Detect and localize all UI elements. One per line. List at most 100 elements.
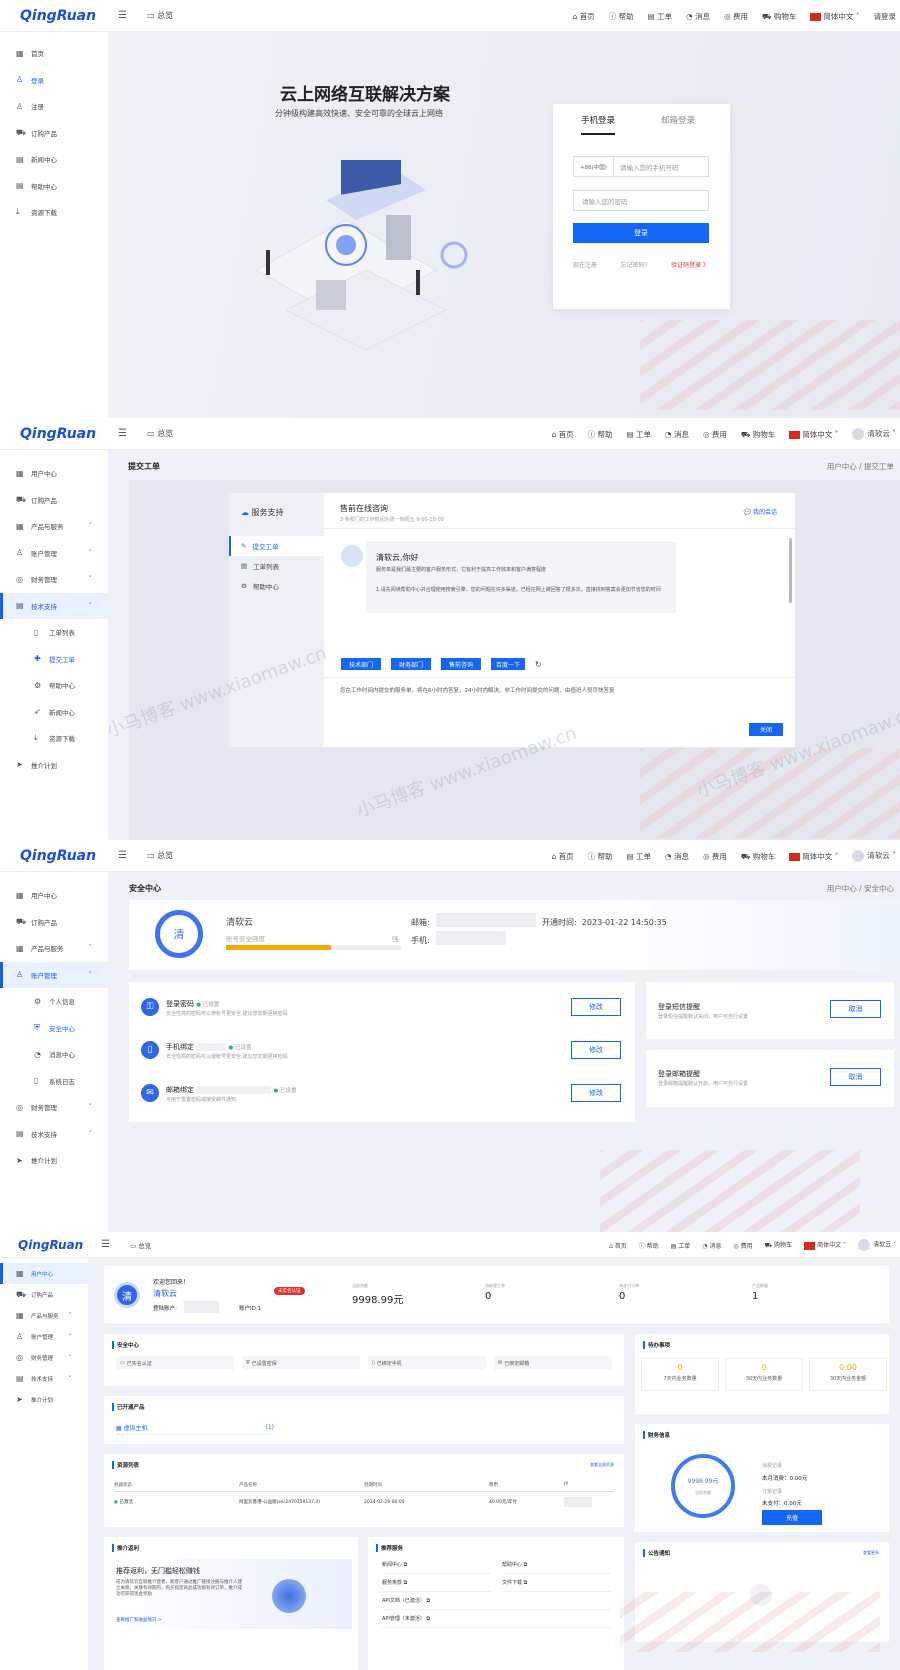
tab-email-login[interactable]: 邮箱登录 <box>661 114 695 135</box>
sidebar-item-home[interactable]: ▦ 首页 <box>0 40 108 67</box>
sidebar-item-register[interactable]: ♙ 注册 <box>0 93 108 120</box>
nav-home[interactable]: ⌂ 首页 <box>573 11 595 22</box>
nav-fee[interactable]: ◎ 费用 <box>733 1241 752 1250</box>
sidebar-item-products[interactable]: ▦ 产品与服务 ˅ <box>0 1305 88 1326</box>
sidebar-item-login[interactable]: ♙ 登录 <box>0 67 108 94</box>
login-link[interactable]: 请登录 <box>874 11 897 22</box>
my-chat-link[interactable]: 💬 我的会话 <box>744 507 777 516</box>
overview-link[interactable]: ▭ 总览 <box>147 10 173 21</box>
language-select[interactable]: 简体中文 ˅ <box>789 851 838 862</box>
sec-item-email[interactable]: ✉ 已绑定邮箱 <box>494 1356 612 1370</box>
overview-link[interactable]: ▭ 总览 <box>147 850 173 861</box>
product-item[interactable]: ▦ 虚拟主机 (1) <box>116 1421 274 1435</box>
sidebar-item-products[interactable]: ▦ 产品与服务 ˅ <box>0 513 108 540</box>
cancel-sms-alert-button[interactable]: 取消 <box>830 1000 881 1018</box>
nav-help[interactable]: ⓘ 帮助 <box>639 1241 659 1250</box>
rec-terms[interactable]: 服务条款 ⧉ <box>382 1579 492 1592</box>
scrollbar[interactable] <box>789 538 792 603</box>
language-select[interactable]: 简体中文 ˅ <box>810 11 860 22</box>
sidebar-item-news[interactable]: ▤ 新闻中心 <box>0 146 108 173</box>
nav-fee[interactable]: ◎ 费用 <box>703 851 727 862</box>
logo[interactable]: QingRuan <box>20 8 110 24</box>
nav-ticket[interactable]: ▤ 工单 <box>627 851 651 862</box>
code-login-link[interactable]: 验证码登录 》 <box>671 260 709 269</box>
register-link[interactable]: 现在注册 <box>573 260 597 269</box>
sec-item-verified[interactable]: ▭ 已实名认证 <box>116 1356 234 1370</box>
nav-ticket[interactable]: ▤ 工单 <box>671 1241 691 1250</box>
nav-help[interactable]: ⓘ 帮助 <box>609 11 634 22</box>
sidebar-item-download[interactable]: ⤓ 资源下载 <box>0 199 108 226</box>
modify-password-button[interactable]: 修改 <box>571 998 621 1016</box>
close-button[interactable]: 关闭 <box>749 723 783 736</box>
nav-home[interactable]: ⌂ 首页 <box>551 429 573 440</box>
sidebar-item-support[interactable]: ▤ 技术支持 ˅ <box>0 1368 88 1389</box>
sidebar-item-help[interactable]: ⚙ 帮助中心 <box>0 672 108 699</box>
sidebar-item-news[interactable]: ➶ 新闻中心 <box>0 699 108 726</box>
nav-help[interactable]: ⓘ 帮助 <box>588 429 613 440</box>
modify-email-button[interactable]: 修改 <box>571 1084 621 1102</box>
nav-home[interactable]: ⌂ 首页 <box>609 1241 627 1250</box>
nav-cart[interactable]: ⛟ 购物车 <box>741 429 775 440</box>
rec-api-doc[interactable]: API文档（已激活） ⧉ <box>382 1597 612 1610</box>
sidebar-item-finance[interactable]: ◎ 财务管理 ˅ <box>0 566 108 593</box>
dept-tech-button[interactable]: 技术部门 <box>341 658 381 670</box>
nav-home[interactable]: ⌂ 首页 <box>551 851 573 862</box>
login-button[interactable]: 登录 <box>573 223 709 243</box>
overview-link[interactable]: ▭ 总览 <box>147 428 173 439</box>
logo[interactable]: QingRuan <box>20 848 110 864</box>
nav-message[interactable]: ◔ 消息 <box>665 851 689 862</box>
rec-news[interactable]: 新闻中心 ⧉ <box>382 1561 492 1574</box>
panel-menu-submit[interactable]: ✎ 提交工单 <box>229 536 324 556</box>
table-row[interactable]: ● 已激活 阿里云香港-公益版(ser2470359137,4) 2024-02… <box>114 1492 614 1512</box>
sidebar-item-user-center[interactable]: ▦ 用户中心 <box>0 1263 88 1284</box>
cancel-email-alert-button[interactable]: 取消 <box>830 1068 881 1086</box>
menu-toggle-icon[interactable]: ☰ <box>118 850 127 861</box>
user-menu[interactable]: 清软云 ˅ <box>858 1239 896 1251</box>
recharge-button[interactable]: 充值 <box>762 1510 822 1525</box>
refresh-icon[interactable]: ↻ <box>535 660 542 669</box>
sidebar-item-support[interactable]: ▤ 技术支持 ˄ <box>0 592 108 619</box>
menu-toggle-icon[interactable]: ☰ <box>101 1239 110 1250</box>
logo[interactable]: QingRuan <box>18 1238 93 1252</box>
nav-cart[interactable]: ⛟ 购物车 <box>765 1240 792 1250</box>
nav-fee[interactable]: ◎ 费用 <box>703 429 727 440</box>
sec-item-phone[interactable]: ▯ 已绑定手机 <box>368 1356 486 1370</box>
tab-phone-login[interactable]: 手机登录 <box>581 114 616 135</box>
nav-fee[interactable]: ◎ 费用 <box>724 11 748 22</box>
sidebar-item-user-center[interactable]: ▦ 用户中心 <box>0 882 108 909</box>
dept-presale-button[interactable]: 售前咨询 <box>441 658 481 670</box>
sidebar-item-referral[interactable]: ➤ 推介计划 <box>0 1389 88 1410</box>
nav-ticket[interactable]: ▤ 工单 <box>627 429 651 440</box>
menu-toggle-icon[interactable]: ☰ <box>118 428 127 439</box>
nav-message[interactable]: ◔ 消息 <box>665 429 689 440</box>
sidebar-item-order[interactable]: ⛟ 订购产品 <box>0 487 108 514</box>
user-menu[interactable]: 清软云 ˅ <box>852 428 896 440</box>
dept-finance-button[interactable]: 财务部门 <box>391 658 431 670</box>
password-field[interactable]: 请输入您的密码 <box>573 190 709 211</box>
sidebar-item-finance[interactable]: ◎ 财务管理 ˅ <box>0 1347 88 1368</box>
sidebar-item-account[interactable]: ♙ 账户管理 ˅ <box>0 1326 88 1347</box>
sidebar-item-profile[interactable]: ⚙ 个人信息 <box>0 988 108 1015</box>
sidebar-item-account[interactable]: ♙ 账户管理 ˅ <box>0 540 108 567</box>
sidebar-item-account[interactable]: ♙ 账户管理 ˄ <box>0 961 108 988</box>
language-select[interactable]: 简体中文 ˅ <box>789 429 838 440</box>
forgot-password-link[interactable]: 忘记密码? <box>620 260 647 269</box>
promo-link[interactable]: 查看推广和收益情况 > <box>116 1617 162 1623</box>
sidebar-item-submit-ticket[interactable]: ✚ 提交工单 <box>0 646 108 673</box>
sidebar-item-order[interactable]: ⛟ 订购产品 <box>0 909 108 936</box>
sidebar-item-help[interactable]: ▤ 帮助中心 <box>0 173 108 200</box>
panel-menu-help[interactable]: ⚙ 帮助中心 <box>229 576 324 596</box>
sidebar-item-finance[interactable]: ◎ 财务管理 ˅ <box>0 1094 108 1121</box>
view-all-resources-link[interactable]: 查看全部资源 <box>590 1462 614 1468</box>
overview-link[interactable]: ▭ 总览 <box>130 1240 151 1250</box>
sec-item-question[interactable]: ⛨ 已设置密保 <box>242 1356 360 1370</box>
sidebar-item-messages[interactable]: ◔ 消息中心 <box>0 1041 108 1068</box>
nav-message[interactable]: ◔ 消息 <box>686 11 710 22</box>
sidebar-item-user-center[interactable]: ▦ 用户中心 <box>0 460 108 487</box>
language-select[interactable]: 简体中文 ˅ <box>804 1240 846 1250</box>
sidebar-item-products[interactable]: ▦ 产品与服务 ˅ <box>0 935 108 962</box>
user-menu[interactable]: 清软云 ˅ <box>852 850 896 862</box>
logo[interactable]: QingRuan <box>20 426 110 442</box>
menu-toggle-icon[interactable]: ☰ <box>118 10 127 21</box>
modify-phone-button[interactable]: 修改 <box>571 1041 621 1059</box>
